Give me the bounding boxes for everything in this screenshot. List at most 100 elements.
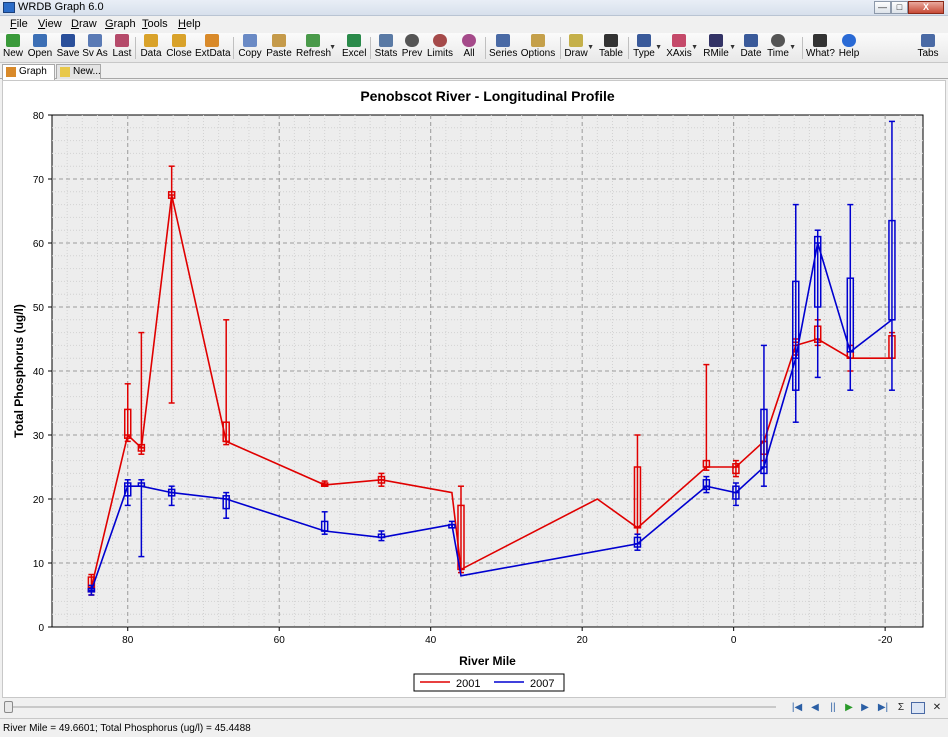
open-label: Open [27, 48, 53, 59]
scroll-thumb[interactable] [4, 701, 13, 713]
extdata-label: ExtData [195, 48, 231, 59]
paste-icon [272, 34, 286, 47]
draw-dropdown-icon[interactable]: ▼ [587, 44, 594, 51]
draw-button[interactable]: Draw ▼ [564, 34, 594, 62]
close-panel-icon[interactable]: ✕ [929, 701, 945, 715]
menu-draw[interactable]: Draw [71, 18, 97, 30]
new-icon [6, 34, 20, 47]
close-data-button[interactable]: Close [166, 34, 192, 62]
zoom-all-button[interactable]: All [458, 34, 480, 62]
status-bar: River Mile = 49.6601; Total Phosphorus (… [0, 718, 948, 737]
window-title: WRDB Graph 6.0 [18, 1, 104, 13]
time-dropdown-icon[interactable]: ▼ [789, 44, 796, 51]
river-mile-icon [709, 34, 723, 47]
toolbar: New Open Save Sv As Last Data Close ExtD… [0, 33, 948, 63]
refresh-icon [306, 34, 320, 47]
help-button[interactable]: Help [837, 34, 861, 62]
type-dropdown-icon[interactable]: ▼ [655, 44, 662, 51]
options-icon [531, 34, 545, 47]
save-as-button[interactable]: Sv As [82, 34, 108, 62]
menu-file[interactable]: File [10, 18, 28, 30]
status-text: River Mile = 49.6601; Total Phosphorus (… [3, 723, 251, 734]
prev-zoom-button[interactable]: Prev [401, 34, 423, 62]
open-button[interactable]: Open [27, 34, 53, 62]
tab-new[interactable]: New... [56, 64, 101, 79]
y-tick-label: 10 [33, 559, 45, 570]
whats-this-button[interactable]: What? [806, 34, 835, 62]
toolbar-separator [560, 37, 561, 59]
help-label: Help [838, 48, 860, 59]
scroll-track[interactable] [10, 706, 776, 708]
sum-icon[interactable]: Σ [893, 701, 909, 715]
xaxis-button[interactable]: XAxis ▼ [666, 34, 698, 62]
options-button[interactable]: Options [520, 34, 556, 62]
first-record-icon[interactable]: |◀ [789, 701, 805, 715]
data-icon [144, 34, 158, 47]
rmile-dropdown-icon[interactable]: ▼ [729, 44, 736, 51]
stats-button[interactable]: Stats [374, 34, 398, 62]
table-button[interactable]: Table [598, 34, 624, 62]
refresh-dropdown-icon[interactable]: ▼ [329, 44, 336, 51]
refresh-button[interactable]: Refresh ▼ [296, 34, 336, 62]
menu-tools[interactable]: Tools [142, 18, 168, 30]
horizontal-scrollbar[interactable] [2, 700, 782, 714]
prev-record-icon[interactable]: ◀ [807, 701, 823, 715]
paste-label: Paste [266, 48, 292, 59]
data-button[interactable]: Data [139, 34, 163, 62]
x-tick-label: 20 [577, 635, 589, 646]
tabs-button[interactable]: Tabs [915, 34, 941, 62]
longitudinal-profile-chart[interactable]: 80 60 40 20 0 -20 0 10 20 30 40 50 60 70 80 Penobscot R… [3, 81, 945, 697]
paste-button[interactable]: Paste [266, 34, 292, 62]
last-button[interactable]: Last [111, 34, 133, 62]
limits-zoom-button[interactable]: Limits [426, 34, 454, 62]
river-mile-button[interactable]: RMile ▼ [702, 34, 736, 62]
copy-button[interactable]: Copy [237, 34, 263, 62]
last-record-icon[interactable]: ▶| [875, 701, 891, 715]
series-button[interactable]: Series [489, 34, 517, 62]
new-button[interactable]: New [2, 34, 24, 62]
save-button[interactable]: Save [56, 34, 80, 62]
close-data-label: Close [166, 48, 192, 59]
copy-label: Copy [238, 48, 262, 59]
next-record-icon[interactable]: ▶ [857, 701, 873, 715]
close-window-button[interactable]: X [908, 1, 944, 14]
excel-button[interactable]: Excel [342, 34, 366, 62]
chart-title: Penobscot River - Longitudinal Profile [360, 88, 615, 104]
menu-graph[interactable]: Graph [105, 18, 136, 30]
extdata-icon [205, 34, 219, 47]
y-tick-label: 50 [33, 303, 45, 314]
play-icon[interactable]: ▶ [841, 701, 857, 715]
time-icon [771, 34, 785, 47]
stats-label: Stats [374, 48, 398, 59]
help-icon [842, 34, 856, 47]
pause-icon[interactable]: || [825, 701, 841, 715]
chart-type-button[interactable]: Type ▼ [632, 34, 662, 62]
y-tick-label: 30 [33, 431, 45, 442]
stats-icon [379, 34, 393, 47]
x-tick-label: 40 [425, 635, 437, 646]
date-button[interactable]: Date [739, 34, 763, 62]
y-tick-label: 20 [33, 495, 45, 506]
y-tick-label: 70 [33, 175, 45, 186]
save-label: Save [56, 48, 80, 59]
tab-graph-1[interactable]: Graph 1 [2, 64, 55, 90]
last-icon [115, 34, 129, 47]
tabs-label: Tabs [917, 48, 939, 59]
xaxis-label: XAxis [666, 48, 692, 59]
table-label: Table [599, 48, 623, 59]
copy-image-icon[interactable] [911, 702, 925, 714]
save-as-icon [88, 34, 102, 47]
menu-help[interactable]: Help [178, 18, 201, 30]
menu-view[interactable]: View [38, 18, 62, 30]
river-mile-label: RMile [703, 48, 729, 59]
time-button[interactable]: Time ▼ [766, 34, 796, 62]
maximize-button[interactable]: □ [891, 1, 908, 14]
series-icon [496, 34, 510, 47]
graph-panel[interactable]: 80 60 40 20 0 -20 0 10 20 30 40 50 60 70 80 Penobscot R… [2, 80, 946, 698]
toolbar-separator [485, 37, 486, 59]
minimize-button[interactable]: — [874, 1, 891, 14]
xaxis-dropdown-icon[interactable]: ▼ [691, 44, 698, 51]
series-label: Series [489, 48, 518, 59]
extdata-button[interactable]: ExtData [195, 34, 231, 62]
date-label: Date [740, 48, 762, 59]
